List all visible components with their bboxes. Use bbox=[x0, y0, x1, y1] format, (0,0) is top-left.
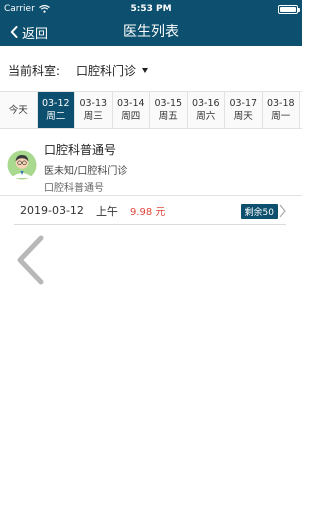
large-chevron-left-icon[interactable] bbox=[14, 235, 46, 285]
date-tab-date: 03-15 bbox=[154, 98, 183, 109]
date-tab[interactable]: 03-15 周五 bbox=[150, 92, 188, 128]
date-tab-weekday: 周五 bbox=[158, 111, 178, 122]
slot-period: 上午 bbox=[95, 204, 118, 218]
remaining-badge: 剩余50 bbox=[240, 204, 278, 219]
appointment-slot-row[interactable]: 2019-03-12 上午 9.98 元 剩余50 bbox=[14, 197, 286, 225]
battery-icon bbox=[278, 4, 300, 14]
date-strip: 今天 03-12 周二 03-13 周三 03-14 周四 03-15 周五 03-16 周六 03-… bbox=[0, 91, 302, 129]
department-label: 当前科室: bbox=[8, 63, 61, 78]
department-row: 当前科室: 口腔科门诊 bbox=[8, 60, 149, 80]
chevron-left-icon bbox=[10, 26, 18, 38]
date-tab-date: 03-14 bbox=[116, 98, 145, 109]
date-tab-weekday: 周二 bbox=[46, 111, 66, 122]
date-tab-date: 03-18 bbox=[266, 98, 295, 109]
caret-down-icon bbox=[142, 67, 149, 73]
status-left: Carrier bbox=[4, 4, 50, 14]
nav-bar: 返回 医生列表 bbox=[0, 18, 302, 46]
date-tab-weekday: 周三 bbox=[83, 111, 103, 122]
date-tab[interactable]: 03-12 周二 bbox=[37, 92, 75, 128]
date-tab[interactable]: 03-16 周六 bbox=[187, 92, 225, 128]
status-bar: Carrier 5:53 PM bbox=[0, 0, 302, 18]
battery-fill bbox=[280, 6, 296, 12]
doctor-name: 口腔科普通号 bbox=[44, 143, 117, 157]
chevron-right-icon bbox=[279, 204, 286, 218]
date-tab-date: 今天 bbox=[8, 104, 28, 116]
date-tab[interactable]: 03-14 周四 bbox=[112, 92, 150, 128]
date-tab[interactable]: 03-13 周三 bbox=[75, 92, 113, 128]
doctor-department: 医未知/口腔科门诊 bbox=[44, 166, 128, 177]
date-tab-date: 03-16 bbox=[191, 98, 220, 109]
wifi-icon bbox=[38, 5, 50, 13]
date-tab[interactable]: 今天 bbox=[0, 92, 38, 128]
date-tab-weekday: 周四 bbox=[121, 111, 141, 122]
date-tab-date: 03-12 bbox=[41, 98, 70, 109]
doctor-specialty: 口腔科普通号 bbox=[44, 183, 104, 194]
slot-date: 2019-03-12 bbox=[20, 204, 84, 217]
date-tab[interactable]: 03-17 周天 bbox=[225, 92, 263, 128]
date-tab-weekday: 周天 bbox=[233, 111, 253, 122]
doctor-avatar bbox=[7, 150, 37, 180]
department-value: 口腔科门诊 bbox=[76, 63, 137, 78]
date-tab-date: 03-17 bbox=[229, 98, 258, 109]
slot-price: 9.98 元 bbox=[129, 207, 166, 218]
back-label: 返回 bbox=[22, 26, 49, 42]
department-dropdown[interactable]: 口腔科门诊 bbox=[76, 62, 149, 79]
date-tab-weekday: 周一 bbox=[271, 111, 291, 122]
date-tab-weekday: 周六 bbox=[196, 111, 216, 122]
date-tab[interactable]: 03-18 周一 bbox=[262, 92, 300, 128]
back-button[interactable]: 返回 bbox=[10, 18, 48, 46]
doctor-card[interactable]: 口腔科普通号 医未知/口腔科门诊 口腔科普通号 bbox=[0, 138, 302, 196]
date-tab-date: 03-13 bbox=[79, 98, 108, 109]
carrier-label: Carrier bbox=[4, 4, 35, 14]
